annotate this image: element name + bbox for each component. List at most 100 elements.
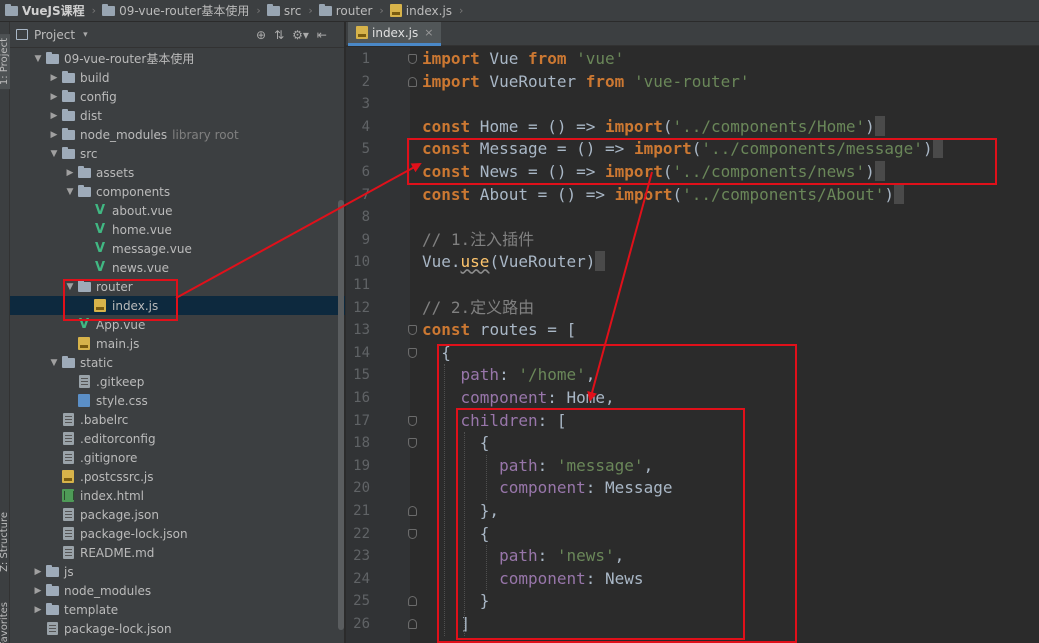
collapsed-arrow-icon[interactable]: ▶ — [48, 130, 60, 140]
tree-item[interactable]: ▼ src — [10, 144, 345, 163]
collapsed-arrow-icon[interactable]: ▶ — [32, 567, 44, 577]
fold-marker-icon[interactable] — [408, 54, 417, 64]
tree-item-label: package.json — [80, 507, 160, 522]
line-number: 7 — [361, 186, 370, 203]
expanded-arrow-icon[interactable]: ▼ — [48, 358, 60, 368]
folder-icon — [60, 355, 76, 370]
code-token: : — [537, 455, 557, 475]
tree-item[interactable]: ▶Vnews.vue — [10, 258, 345, 277]
fold-marker-icon[interactable] — [408, 528, 417, 539]
project-scrollbar[interactable] — [338, 200, 344, 630]
matching-brace-highlight — [894, 183, 905, 204]
project-tree: ▼ 09-vue-router基本使用 ▶ build ▶ config ▶ dist ▶ nod… — [10, 49, 345, 638]
tree-item[interactable]: ▶VApp.vue — [10, 315, 345, 334]
code-token: { — [422, 342, 451, 362]
code-token: component — [460, 388, 548, 407]
expanded-arrow-icon[interactable]: ▼ — [32, 54, 44, 64]
tree-item[interactable]: ▶ assets — [10, 163, 345, 182]
collapsed-arrow-icon[interactable]: ▶ — [32, 586, 44, 596]
code-token: from — [585, 71, 625, 91]
close-icon[interactable]: × — [424, 26, 433, 39]
tree-item[interactable]: ▼ components — [10, 182, 345, 201]
tree-item[interactable]: ▶package-lock.json — [10, 619, 345, 638]
tree-item[interactable]: ▶Vabout.vue — [10, 201, 345, 220]
fold-marker-icon[interactable] — [408, 415, 417, 426]
gear-icon[interactable]: ⚙▾ — [292, 28, 309, 42]
tree-item[interactable]: ▼ 09-vue-router基本使用 — [10, 49, 345, 68]
tree-item-label: .postcssrc.js — [80, 469, 154, 484]
tree-item[interactable]: ▶ config — [10, 87, 345, 106]
collapse-all-icon[interactable]: ⇅ — [274, 28, 284, 42]
tree-item[interactable]: ▶index.js — [10, 296, 345, 315]
code-token: import — [422, 49, 480, 68]
tree-item-label: package-lock.json — [80, 526, 188, 541]
code-token: '/home' — [518, 365, 586, 385]
side-tab-project[interactable]: 1: Project — [0, 34, 10, 90]
fold-marker-icon[interactable] — [408, 325, 417, 336]
side-tab-favorites[interactable]: 2: Favorites — [0, 602, 10, 643]
tree-item[interactable]: ▶style.css — [10, 391, 345, 410]
line-number: 11 — [353, 277, 370, 293]
line-number: 26 — [353, 616, 370, 632]
tree-item[interactable]: ▶.gitkeep — [10, 372, 345, 391]
tree-item[interactable]: ▶.babelrc — [10, 410, 345, 429]
collapsed-arrow-icon[interactable]: ▶ — [48, 92, 60, 102]
breadcrumb-item[interactable]: src — [264, 0, 305, 21]
breadcrumb-item[interactable]: index.js — [387, 0, 455, 21]
tree-item[interactable]: ▶main.js — [10, 334, 345, 353]
tree-item[interactable]: ▼ static — [10, 353, 345, 372]
fold-marker-icon[interactable] — [408, 76, 417, 87]
fold-marker-icon[interactable] — [408, 506, 417, 516]
breadcrumb-item[interactable]: VueJS课程 — [2, 0, 88, 21]
tree-item[interactable]: ▶.postcssrc.js — [10, 467, 345, 486]
tree-item[interactable]: ▶index.html — [10, 486, 345, 505]
tree-item[interactable]: ▶ template — [10, 600, 345, 619]
tree-item[interactable]: ▶package.json — [10, 505, 345, 524]
collapsed-arrow-icon[interactable]: ▶ — [32, 605, 44, 615]
vue-icon: V — [94, 202, 106, 218]
line-number: 22 — [353, 525, 370, 542]
tree-item[interactable]: ▶Vhome.vue — [10, 220, 345, 239]
breadcrumb-separator: › — [459, 4, 464, 17]
breadcrumb-item[interactable]: router — [316, 0, 376, 21]
code-line: const Home = () => import('../components… — [422, 115, 885, 139]
collapsed-arrow-icon[interactable]: ▶ — [48, 111, 60, 121]
tree-item[interactable]: ▶.gitignore — [10, 448, 345, 467]
tree-item-tag: library root — [172, 127, 239, 142]
tree-item[interactable]: ▶ js — [10, 562, 345, 581]
tree-item[interactable]: ▶Vmessage.vue — [10, 239, 345, 258]
breadcrumb-item[interactable]: 09-vue-router基本使用 — [99, 0, 252, 21]
tree-item[interactable]: ▶.editorconfig — [10, 429, 345, 448]
locate-icon[interactable]: ⊕ — [256, 28, 266, 42]
expanded-arrow-icon[interactable]: ▼ — [48, 149, 60, 159]
chevron-down-icon[interactable]: ▾ — [83, 30, 88, 40]
tree-item[interactable]: ▶ node_modules library root — [10, 125, 345, 144]
hide-panel-icon[interactable]: ⇤ — [317, 28, 327, 42]
side-tab-structure[interactable]: Z: Structure — [0, 512, 10, 572]
tree-item[interactable]: ▼ router — [10, 277, 345, 296]
collapsed-arrow-icon[interactable]: ▶ — [64, 168, 76, 178]
tree-item[interactable]: ▶README.md — [10, 543, 345, 562]
code-token: component — [499, 568, 586, 588]
tree-item[interactable]: ▶ node_modules — [10, 581, 345, 600]
expanded-arrow-icon[interactable]: ▼ — [64, 187, 76, 197]
code-line: { — [422, 432, 490, 455]
vue-icon: V — [94, 221, 106, 237]
editor-tab-index-js[interactable]: index.js × — [348, 22, 442, 46]
fold-marker-icon[interactable] — [408, 596, 417, 607]
fold-marker-icon[interactable] — [408, 438, 417, 449]
line-number: 15 — [353, 367, 370, 384]
tree-item[interactable]: ▶ build — [10, 68, 345, 87]
tree-item[interactable]: ▶ dist — [10, 106, 345, 125]
expanded-arrow-icon[interactable]: ▼ — [64, 282, 76, 292]
fold-marker-icon[interactable] — [408, 347, 417, 358]
code-line: // 2.定义路由 — [422, 297, 534, 320]
breadcrumb-label: 09-vue-router基本使用 — [119, 4, 250, 18]
collapsed-arrow-icon[interactable]: ▶ — [48, 73, 60, 83]
folder-icon — [60, 108, 76, 123]
project-view-selector[interactable]: Project — [34, 28, 75, 42]
code-token: { — [422, 523, 490, 543]
tree-item[interactable]: ▶package-lock.json — [10, 524, 345, 543]
code-token: // 2.定义路由 — [422, 297, 535, 317]
fold-marker-icon[interactable] — [408, 619, 417, 629]
